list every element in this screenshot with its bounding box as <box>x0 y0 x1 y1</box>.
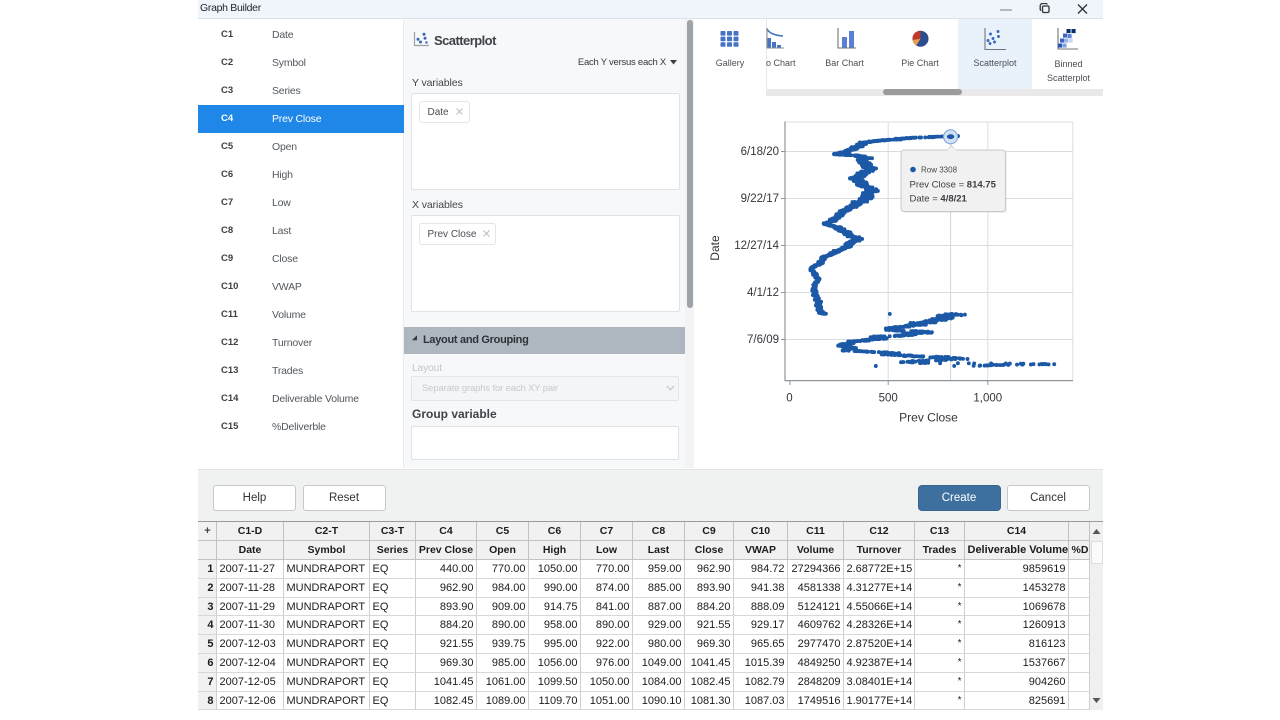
svg-text:6/18/20: 6/18/20 <box>741 146 779 158</box>
svg-text:12/27/14: 12/27/14 <box>734 240 779 252</box>
svg-text:4/1/12: 4/1/12 <box>747 287 779 299</box>
svg-text:Date = 4/8/21: Date = 4/8/21 <box>910 194 968 205</box>
svg-text:1,000: 1,000 <box>973 393 1002 405</box>
svg-text:500: 500 <box>879 393 898 405</box>
svg-text:Date: Date <box>708 235 722 261</box>
svg-text:9/22/17: 9/22/17 <box>741 193 779 205</box>
svg-text:Prev Close = 814.75: Prev Close = 814.75 <box>910 180 997 191</box>
svg-text:0: 0 <box>786 393 792 405</box>
svg-text:Prev Close: Prev Close <box>899 411 958 425</box>
svg-text:Row 3308: Row 3308 <box>921 166 958 175</box>
svg-text:7/6/09: 7/6/09 <box>747 334 779 346</box>
